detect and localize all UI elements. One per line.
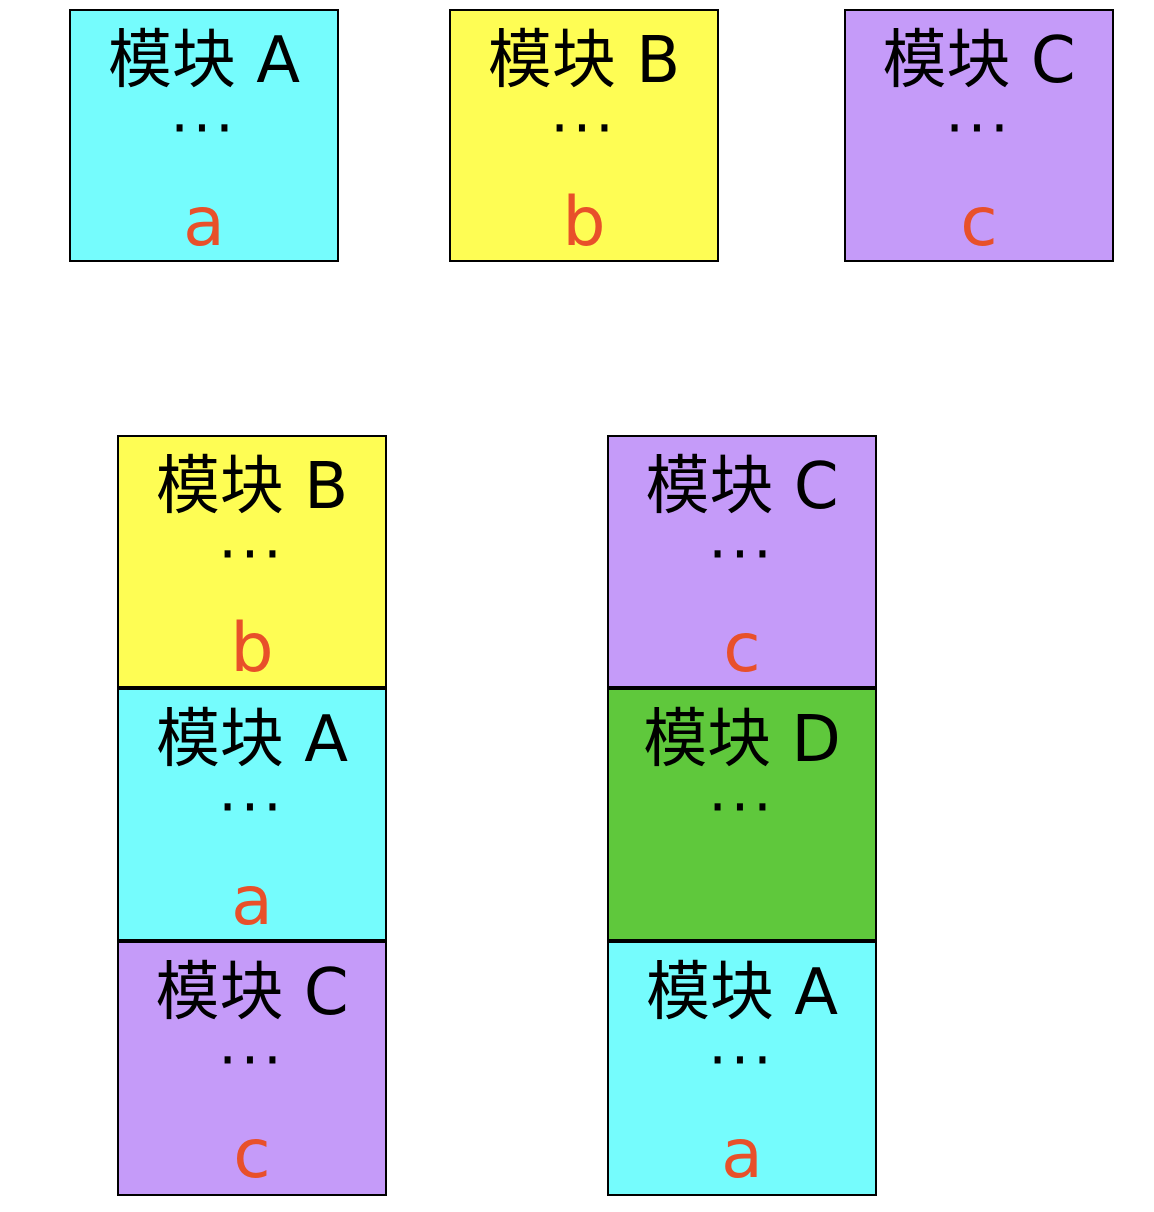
module-variable: a: [183, 183, 225, 262]
module-ellipsis: ···: [550, 94, 618, 162]
module-variable: b: [230, 609, 274, 688]
module-c-top: 模块 C ··· c: [844, 9, 1114, 262]
module-variable: a: [231, 862, 273, 941]
module-ellipsis: ···: [218, 520, 286, 588]
module-title: 模块 C: [645, 450, 839, 524]
right-stack-module-a: 模块 A ··· a: [607, 941, 877, 1196]
module-title: 模块 B: [155, 450, 349, 524]
module-title: 模块 D: [643, 703, 841, 777]
module-variable: b: [562, 183, 606, 262]
module-title: 模块 A: [155, 703, 349, 777]
module-ellipsis: ···: [945, 94, 1013, 162]
left-stack-module-b: 模块 B ··· b: [117, 435, 387, 688]
left-stack-module-a: 模块 A ··· a: [117, 688, 387, 941]
module-title: 模块 B: [487, 24, 681, 98]
module-variable: a: [721, 1115, 763, 1194]
module-b-top: 模块 B ··· b: [449, 9, 719, 262]
module-title: 模块 C: [882, 24, 1076, 98]
module-title: 模块 A: [645, 956, 839, 1030]
module-ellipsis: ···: [708, 1026, 776, 1094]
module-title: 模块 C: [155, 956, 349, 1030]
module-variable: c: [960, 183, 998, 262]
module-ellipsis: ···: [218, 1026, 286, 1094]
module-ellipsis: ···: [218, 773, 286, 841]
module-ellipsis: ···: [708, 773, 776, 841]
module-a-top: 模块 A ··· a: [69, 9, 339, 262]
module-ellipsis: ···: [708, 520, 776, 588]
module-variable: c: [233, 1115, 271, 1194]
right-stack-module-d: 模块 D ···: [607, 688, 877, 941]
module-variable: c: [723, 609, 761, 688]
module-title: 模块 A: [107, 24, 301, 98]
module-ellipsis: ···: [170, 94, 238, 162]
right-stack-module-c: 模块 C ··· c: [607, 435, 877, 688]
left-stack-module-c: 模块 C ··· c: [117, 941, 387, 1196]
